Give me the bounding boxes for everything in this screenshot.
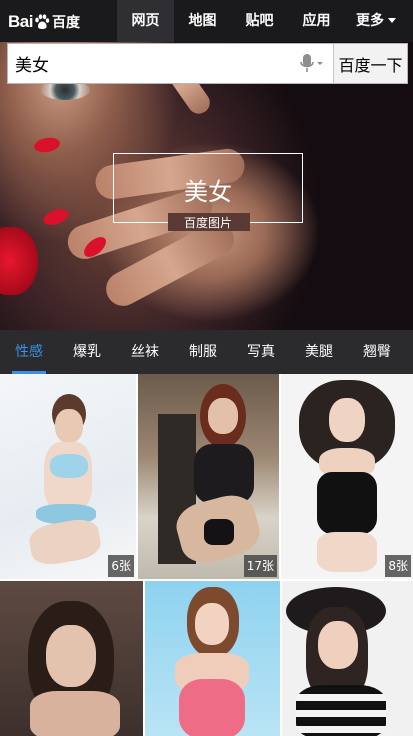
logo-text: Bai xyxy=(8,12,33,31)
search-bar: 百度一下 xyxy=(7,43,408,84)
hero-lips-art xyxy=(0,227,38,295)
tab-tieba-label: 贴吧 xyxy=(245,13,274,29)
paw-icon xyxy=(34,14,50,30)
photo-thumbnail[interactable] xyxy=(0,581,143,736)
photo-thumbnail[interactable]: 8张 xyxy=(281,374,413,579)
tab-tieba[interactable]: 贴吧 xyxy=(231,0,288,42)
photo-figure-art xyxy=(179,679,245,736)
category-tab-legs[interactable]: 美腿 xyxy=(290,330,348,374)
photo-figure-art xyxy=(30,691,120,736)
baidu-logo[interactable]: Bai 百度 xyxy=(8,10,80,34)
category-tab-uniform[interactable]: 制服 xyxy=(174,330,232,374)
photo-figure-art xyxy=(208,398,238,434)
photo-count-badge: 8张 xyxy=(385,555,411,577)
tab-map[interactable]: 地图 xyxy=(174,0,231,42)
hero-nail-art xyxy=(41,205,71,229)
hero-title: 美女 xyxy=(184,178,232,206)
top-nav-bar: Bai 百度 网页 地图 贴吧 应用 更多 xyxy=(0,0,413,42)
search-button[interactable]: 百度一下 xyxy=(333,44,407,83)
photo-thumbnail[interactable] xyxy=(145,581,280,736)
category-tab-hips[interactable]: 翘臀 xyxy=(348,330,406,374)
caret-down-icon xyxy=(388,17,396,23)
photo-figure-art xyxy=(317,472,377,534)
photo-figure-art xyxy=(318,621,358,669)
category-tab-sexy[interactable]: 性感 xyxy=(0,330,58,374)
logo-cn-text: 百度 xyxy=(51,15,80,31)
photo-count-badge: 6张 xyxy=(108,555,134,577)
photo-figure-art xyxy=(27,516,103,568)
category-tab-busty[interactable]: 爆乳 xyxy=(58,330,116,374)
photo-figure-art xyxy=(317,532,377,572)
hero-banner[interactable]: 美女 百度图片 xyxy=(0,42,413,330)
photo-count-badge: 17张 xyxy=(243,555,277,577)
tab-map-label: 地图 xyxy=(188,13,217,29)
category-tab-photoshoot[interactable]: 写真 xyxy=(232,330,290,374)
nav-tabs: 网页 地图 贴吧 应用 更多 xyxy=(117,0,407,42)
tab-apps[interactable]: 应用 xyxy=(288,0,345,42)
category-tab-stockings[interactable]: 丝袜 xyxy=(116,330,174,374)
photo-figure-art xyxy=(204,519,234,545)
tab-more[interactable]: 更多 xyxy=(345,0,407,42)
search-input[interactable] xyxy=(8,44,293,83)
photo-figure-art xyxy=(195,603,229,645)
photo-figure-art xyxy=(194,444,254,504)
tab-web-label: 网页 xyxy=(131,13,160,29)
photo-figure-art xyxy=(50,454,88,478)
photo-figure-art xyxy=(46,625,96,687)
tab-web[interactable]: 网页 xyxy=(117,0,174,42)
tab-apps-label: 应用 xyxy=(302,13,331,29)
microphone-icon[interactable] xyxy=(293,44,333,83)
photo-figure-art xyxy=(329,398,365,442)
photo-thumbnail[interactable]: 6张 xyxy=(0,374,136,579)
category-tabs: 性感 爆乳 丝袜 制服 写真 美腿 翘臀 xyxy=(0,330,413,374)
hero-subtitle: 百度图片 xyxy=(183,216,232,230)
photo-thumbnail[interactable] xyxy=(282,581,413,736)
tab-more-label: 更多 xyxy=(356,13,384,29)
photo-figure-art xyxy=(296,685,386,736)
photo-figure-art xyxy=(55,409,83,443)
hero-nail-art xyxy=(32,135,62,155)
photo-thumbnail[interactable]: 17张 xyxy=(138,374,279,579)
